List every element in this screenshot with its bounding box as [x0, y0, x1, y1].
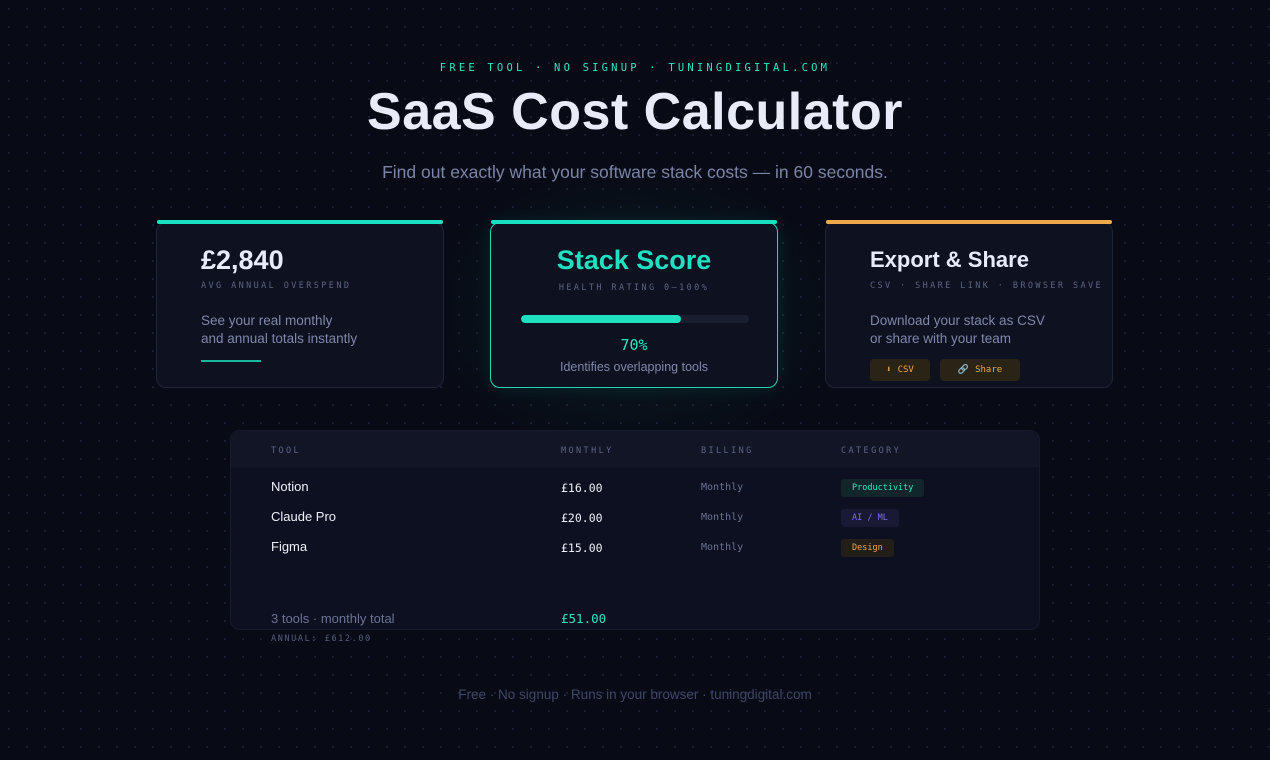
column-header-category: CATEGORY [841, 446, 902, 456]
category-badge: AI / ML [841, 509, 899, 527]
monthly-price: £20.00 [561, 511, 603, 525]
score-progress-fill [521, 315, 681, 323]
overspend-text-line1: See your real monthly [201, 313, 333, 328]
card-accent-bar [826, 220, 1112, 224]
category-badge: Design [841, 539, 894, 557]
table-row[interactable]: Figma £15.00 Monthly Design [231, 532, 1039, 562]
tool-name: Claude Pro [271, 509, 337, 524]
download-icon: ⬇ [886, 365, 892, 375]
annual-total: ANNUAL: £612.00 [271, 634, 372, 644]
total-label: 3 tools · monthly total [271, 611, 395, 626]
tool-name: Notion [271, 479, 309, 494]
export-caption: CSV · SHARE LINK · BROWSER SAVE [870, 281, 1104, 291]
page-title: SaaS Cost Calculator [367, 83, 903, 141]
export-title: Export & Share [870, 247, 1029, 272]
csv-button-label: CSV [897, 365, 914, 375]
monthly-total: £51.00 [561, 611, 607, 626]
category-badge: Productivity [841, 479, 925, 497]
card-underline [201, 360, 261, 362]
export-text-line2: or share with your team [870, 331, 1012, 346]
table-row[interactable]: Notion £16.00 Monthly Productivity [231, 472, 1039, 502]
billing-cycle: Monthly [701, 512, 744, 523]
link-icon: 🔗 [957, 365, 970, 375]
overspend-card: £2,840 AVG ANNUAL OVERSPEND See your rea… [156, 220, 444, 388]
eyebrow-tagline: FREE TOOL · NO SIGNUP · TUNINGDIGITAL.CO… [439, 62, 831, 74]
page-subtitle: Find out exactly what your software stac… [382, 162, 888, 182]
column-header-monthly: MONTHLY [561, 446, 614, 456]
column-header-billing: BILLING [701, 446, 754, 456]
score-percent: 70% [620, 336, 648, 354]
table-row[interactable]: Claude Pro £20.00 Monthly AI / ML [231, 502, 1039, 532]
tool-name: Figma [271, 539, 308, 554]
export-text-line1: Download your stack as CSV [870, 313, 1045, 328]
table-header: TOOL MONTHLY BILLING CATEGORY [231, 431, 1039, 467]
export-share-card: Export & Share CSV · SHARE LINK · BROWSE… [825, 220, 1113, 388]
monthly-price: £15.00 [561, 541, 603, 555]
share-button-label: Share [975, 365, 1003, 375]
share-button[interactable]: 🔗 Share [940, 359, 1020, 381]
overspend-value: £2,840 [201, 245, 284, 275]
score-progress-bar [521, 315, 749, 323]
tools-table: TOOL MONTHLY BILLING CATEGORY Notion £16… [230, 430, 1040, 644]
csv-button[interactable]: ⬇ CSV [870, 359, 930, 381]
stack-score-title: Stack Score [556, 245, 712, 275]
monthly-price: £16.00 [561, 481, 603, 495]
card-accent-bar [157, 220, 443, 224]
score-subtext: Identifies overlapping tools [559, 360, 708, 374]
billing-cycle: Monthly [701, 542, 744, 553]
overspend-text-line2: and annual totals instantly [201, 331, 358, 346]
card-accent-bar [491, 220, 777, 224]
footer-text: Free · No signup · Runs in your browser … [458, 687, 812, 702]
health-rating-caption: HEALTH RATING 0–100% [558, 283, 710, 293]
column-header-tool: TOOL [271, 446, 302, 456]
billing-cycle: Monthly [701, 482, 744, 493]
overspend-caption: AVG ANNUAL OVERSPEND [201, 281, 352, 291]
stack-score-card: Stack Score HEALTH RATING 0–100% 70% Ide… [490, 220, 778, 388]
